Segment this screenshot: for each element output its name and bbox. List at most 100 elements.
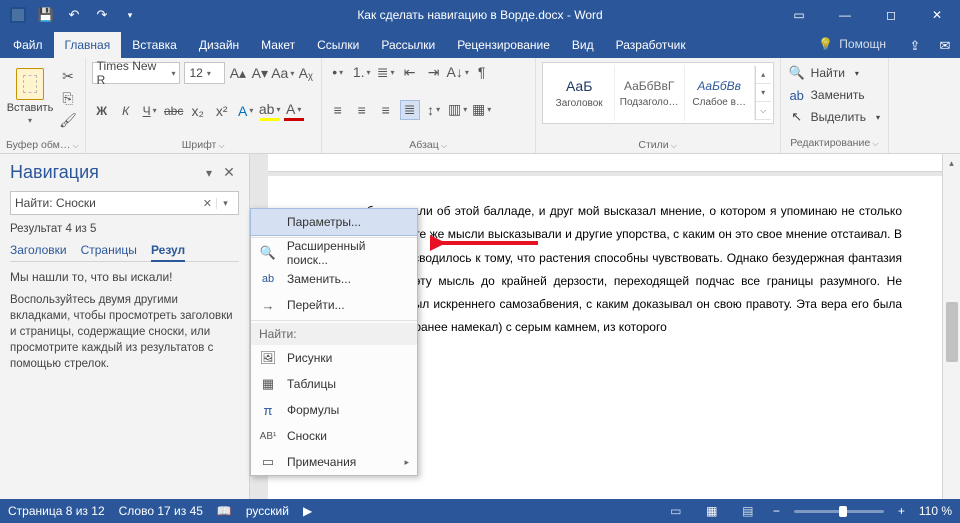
tell-me[interactable]: 💡Помощн	[818, 30, 892, 58]
read-mode-icon[interactable]: ▭	[665, 504, 687, 518]
tab-mailings[interactable]: Рассылки	[370, 32, 446, 58]
styles-gallery[interactable]: АаБ Заголовок АаБбВвГ Подзаголо… АаБбВв …	[542, 62, 774, 124]
minimize-icon[interactable]: ―	[822, 0, 868, 30]
tab-view[interactable]: Вид	[561, 32, 605, 58]
qat-customize-icon[interactable]: ▾	[118, 3, 142, 27]
nav-search-dropdown-icon[interactable]: ▾	[216, 198, 234, 209]
tab-developer[interactable]: Разработчик	[605, 32, 697, 58]
maximize-icon[interactable]: ◻	[868, 0, 914, 30]
nav-tab-results[interactable]: Резул	[151, 243, 185, 262]
sort-icon[interactable]: A↓	[448, 62, 468, 82]
copy-icon[interactable]: ⎘	[58, 88, 78, 108]
menu-formulas[interactable]: πФормулы	[251, 397, 417, 423]
multilevel-icon[interactable]: ≣	[376, 62, 396, 82]
proofing-icon[interactable]: 📖	[217, 504, 232, 518]
select-button[interactable]: ↖Выделить▾	[789, 106, 880, 128]
word-icon[interactable]	[6, 3, 30, 27]
borders-icon[interactable]: ▦	[472, 100, 492, 120]
font-color-icon[interactable]: A	[284, 101, 304, 121]
status-words[interactable]: Слово 17 из 45	[119, 504, 203, 518]
styles-scroll[interactable]: ▴▾⌵	[755, 66, 771, 120]
close-icon[interactable]: ✕	[914, 0, 960, 30]
menu-goto[interactable]: →Перейти...	[251, 292, 417, 318]
highlight-icon[interactable]: ab	[260, 101, 280, 121]
font-size-combo[interactable]: 12▾	[184, 62, 224, 84]
nav-close-icon[interactable]: ✕	[219, 164, 239, 181]
paste-button[interactable]: Вставить ▾	[6, 66, 54, 127]
replace-icon: ab	[789, 88, 805, 103]
menu-pictures[interactable]: 🖼Рисунки	[251, 345, 417, 371]
format-painter-icon[interactable]: 🖌	[58, 110, 78, 130]
menu-options[interactable]: Параметры...	[251, 209, 417, 235]
find-button[interactable]: 🔍Найти▾	[789, 62, 880, 84]
shading-icon[interactable]: ▥	[448, 100, 468, 120]
vertical-scrollbar[interactable]: ▴	[942, 154, 960, 499]
change-case-icon[interactable]: Aa	[273, 63, 293, 83]
font-family-combo[interactable]: Times New R▾	[92, 62, 181, 84]
increase-indent-icon[interactable]: ⇥	[424, 62, 444, 82]
bold-icon[interactable]: Ж	[92, 101, 112, 121]
align-left-icon[interactable]: ≡	[328, 100, 348, 120]
align-right-icon[interactable]: ≡	[376, 100, 396, 120]
comments-icon[interactable]: ✉	[930, 34, 960, 58]
bullets-icon[interactable]: •	[328, 62, 348, 82]
zoom-out-icon[interactable]: −	[773, 504, 780, 518]
nav-search-input[interactable]: Найти: Сноски ✕ ▾	[10, 191, 239, 215]
tab-references[interactable]: Ссылки	[306, 32, 370, 58]
save-icon[interactable]: 💾	[34, 3, 58, 27]
superscript-icon[interactable]: x²	[212, 101, 232, 121]
share-icon[interactable]: ⇪	[900, 34, 930, 58]
quick-access-toolbar: 💾 ↶ ↷ ▾	[0, 3, 148, 27]
italic-icon[interactable]: К	[116, 101, 136, 121]
cut-icon[interactable]: ✂	[58, 66, 78, 86]
horizontal-ruler[interactable]	[268, 154, 942, 172]
style-subtitle[interactable]: АаБбВвГ Подзаголо…	[615, 65, 685, 121]
replace-button[interactable]: abЗаменить	[789, 84, 880, 106]
bulb-icon: 💡	[818, 37, 833, 51]
strikethrough-icon[interactable]: abc	[164, 101, 184, 121]
redo-icon[interactable]: ↷	[90, 3, 114, 27]
nav-tab-headings[interactable]: Заголовки	[10, 243, 67, 257]
macro-icon[interactable]: ▶	[303, 504, 312, 518]
menu-tables[interactable]: ▦Таблицы	[251, 371, 417, 397]
zoom-level[interactable]: 110 %	[919, 504, 952, 518]
magnifier-icon: 🔍	[259, 245, 277, 261]
status-language[interactable]: русский	[246, 504, 289, 518]
justify-icon[interactable]: ≣	[400, 100, 420, 120]
undo-icon[interactable]: ↶	[62, 3, 86, 27]
underline-icon[interactable]: Ч	[140, 101, 160, 121]
status-page[interactable]: Страница 8 из 12	[8, 504, 105, 518]
show-marks-icon[interactable]: ¶	[472, 62, 492, 82]
tab-home[interactable]: Главная	[54, 32, 122, 58]
nav-options-icon[interactable]: ▾	[199, 166, 219, 180]
zoom-slider[interactable]	[794, 510, 884, 513]
subscript-icon[interactable]: x₂	[188, 101, 208, 121]
nav-tab-pages[interactable]: Страницы	[81, 243, 137, 257]
tab-layout[interactable]: Макет	[250, 32, 306, 58]
menu-comments[interactable]: ▭Примечания▸	[251, 449, 417, 475]
style-heading[interactable]: АаБ Заголовок	[545, 65, 615, 121]
line-spacing-icon[interactable]: ↕	[424, 100, 444, 120]
numbering-icon[interactable]: 1.	[352, 62, 372, 82]
print-layout-icon[interactable]: ▦	[701, 504, 723, 518]
menu-replace[interactable]: abЗаменить...	[251, 266, 417, 292]
ribbon-options-icon[interactable]: ▭	[776, 0, 822, 30]
text-effects-icon[interactable]: A	[236, 101, 256, 121]
style-emphasis[interactable]: АаБбВв Слабое в…	[685, 65, 755, 121]
align-center-icon[interactable]: ≡	[352, 100, 372, 120]
menu-footnotes[interactable]: AB¹Сноски	[251, 423, 417, 449]
tab-review[interactable]: Рецензирование	[446, 32, 561, 58]
tab-insert[interactable]: Вставка	[121, 32, 188, 58]
web-layout-icon[interactable]: ▤	[737, 504, 759, 518]
tab-file[interactable]: Файл	[2, 32, 54, 58]
menu-advanced-find[interactable]: 🔍Расширенный поиск...	[251, 240, 417, 266]
tab-design[interactable]: Дизайн	[188, 32, 250, 58]
zoom-in-icon[interactable]: +	[898, 504, 905, 518]
decrease-indent-icon[interactable]: ⇤	[400, 62, 420, 82]
scroll-up-icon[interactable]: ▴	[949, 154, 954, 172]
clear-formatting-icon[interactable]: Aᵪ	[297, 63, 315, 83]
nav-search-clear-icon[interactable]: ✕	[203, 197, 212, 210]
scroll-thumb[interactable]	[946, 302, 958, 362]
grow-font-icon[interactable]: A▴	[229, 63, 247, 83]
shrink-font-icon[interactable]: A▾	[251, 63, 269, 83]
